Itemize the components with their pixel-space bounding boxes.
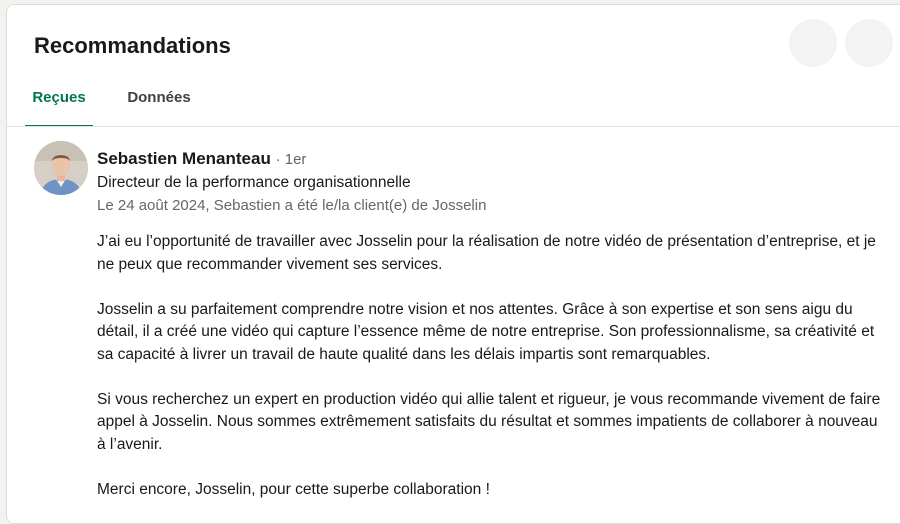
overflow-button-placeholder <box>789 19 837 67</box>
tab-given[interactable]: Données <box>121 75 197 127</box>
recommendation-paragraph: J’ai eu l’opportunité de travailler avec… <box>97 233 876 273</box>
recommender-name[interactable]: Sebastien Menanteau <box>97 149 271 168</box>
edit-button-placeholder <box>845 19 893 67</box>
recommendations-card: Recommandations Reçues Données Sebastien <box>6 4 900 524</box>
recommendation-meta: Le 24 août 2024, Sebastien a été le/la c… <box>97 197 487 214</box>
recommender-headline: Directeur de la performance organisation… <box>97 174 411 191</box>
recommendation-paragraph: Josselin a su parfaitement comprendre no… <box>97 300 875 363</box>
recommender-line: Sebastien Menanteau · 1er <box>97 149 306 169</box>
recommendation-paragraph: Si vous recherchez un expert en producti… <box>97 390 881 453</box>
connection-degree: · 1er <box>275 151 307 168</box>
tabs-divider <box>7 126 900 127</box>
person-avatar-icon <box>34 141 88 195</box>
tab-given-label: Données <box>127 89 191 106</box>
recommendation-paragraph: Merci encore, Josselin, pour cette super… <box>97 480 490 498</box>
section-title: Recommandations <box>34 33 231 58</box>
tab-received-label: Reçues <box>32 89 86 106</box>
recommendation-text: J’ai eu l’opportunité de travailler avec… <box>97 231 887 524</box>
tab-received[interactable]: Reçues <box>25 75 93 127</box>
avatar[interactable] <box>34 141 88 195</box>
